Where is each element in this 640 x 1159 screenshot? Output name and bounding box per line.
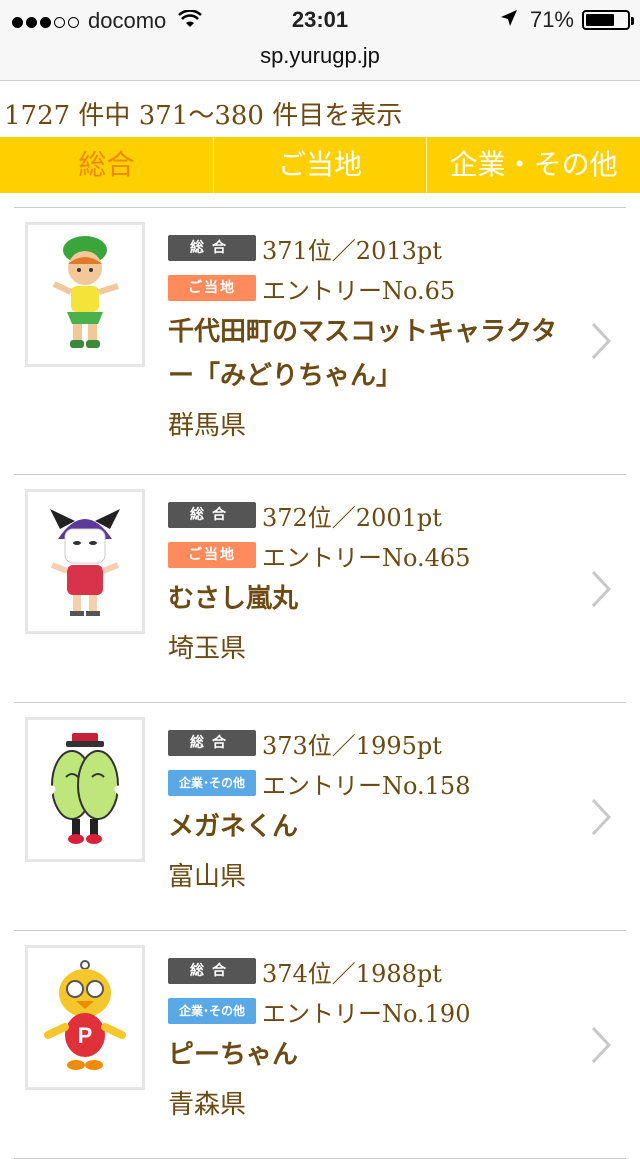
status-right: 71% (500, 7, 634, 33)
rank-points: 374位／1988pt (262, 959, 442, 988)
chevron-right-icon (591, 1026, 612, 1063)
midori-chan-mascot-icon (52, 236, 119, 348)
url-text: sp.yurugp.jp (260, 43, 380, 68)
mascot-name: 千代田町のマスコットキャラクター「みどりちゃん」 (168, 317, 557, 391)
overall-badge: 総合 (168, 958, 256, 984)
result-count: 1727 件中 371〜380 件目を表示 (4, 101, 403, 131)
chevron-right-icon (591, 322, 612, 360)
mascot-thumbnail (25, 222, 145, 367)
battery-percent: 71% (529, 7, 574, 32)
battery-icon (582, 10, 634, 30)
local-badge: ご当地 (168, 542, 256, 568)
item-info: 総合 373位／1995pt 企業･その他 エントリーNo.158 メガネくん … (168, 723, 576, 897)
prefecture: 富山県 (168, 862, 247, 892)
prefecture: 埼玉県 (168, 634, 247, 664)
entry-number: エントリーNo.65 (262, 276, 456, 305)
ranking-item-374[interactable]: P 総合 374位／1988pt 企業･その他 エントリーNo.190 ピーちゃ… (14, 931, 626, 1159)
item-info: 総合 374位／1988pt 企業･その他 エントリーNo.190 ピーちゃん … (168, 951, 576, 1125)
company-badge: 企業･その他 (168, 998, 256, 1024)
entry-number: エントリーNo.190 (262, 999, 471, 1028)
entry-number: エントリーNo.158 (262, 771, 471, 800)
musashi-ranmaru-mascot-icon (50, 509, 120, 616)
chevron-right-icon (591, 798, 612, 835)
ranking-item-373[interactable]: 総合 373位／1995pt 企業･その他 エントリーNo.158 メガネくん … (14, 703, 626, 931)
company-badge: 企業･その他 (168, 770, 256, 796)
mascot-thumbnail (25, 489, 145, 634)
tab-company-other[interactable]: 企業・その他 (427, 137, 640, 193)
ranking-item-372[interactable]: 総合 372位／2001pt ご当地 エントリーNo.465 むさし嵐丸 埼玉県 (14, 475, 626, 703)
overall-badge: 総合 (168, 235, 256, 261)
overall-badge: 総合 (168, 730, 256, 756)
tab-overall[interactable]: 総合 (0, 137, 214, 193)
svg-text:P: P (78, 1023, 93, 1048)
item-info: 総合 372位／2001pt ご当地 エントリーNo.465 むさし嵐丸 埼玉県 (168, 495, 576, 669)
prefecture: 青森県 (168, 1090, 247, 1120)
url-bar[interactable]: sp.yurugp.jp (0, 40, 640, 81)
mascot-name: メガネくん (168, 812, 299, 842)
megane-kun-mascot-icon (40, 733, 130, 844)
ranking-item-371[interactable]: 総合 371位／2013pt ご当地 エントリーNo.65 千代田町のマスコット… (14, 208, 626, 475)
category-tabs: 総合 ご当地 企業・その他 (0, 137, 640, 193)
status-bar: docomo 23:01 71% (0, 0, 640, 40)
local-badge: ご当地 (168, 275, 256, 301)
rank-points: 373位／1995pt (262, 731, 442, 760)
mascot-name: むさし嵐丸 (168, 584, 299, 614)
mascot-thumbnail: P (25, 945, 145, 1090)
mascot-thumbnail (25, 717, 145, 862)
pii-chan-mascot-icon: P (44, 960, 126, 1070)
prefecture: 群馬県 (168, 411, 247, 441)
rank-points: 371位／2013pt (262, 236, 442, 265)
rank-points: 372位／2001pt (262, 503, 442, 532)
ranking-list: 総合 371位／2013pt ご当地 エントリーNo.65 千代田町のマスコット… (14, 207, 626, 1159)
item-info: 総合 371位／2013pt ご当地 エントリーNo.65 千代田町のマスコット… (168, 228, 576, 446)
tab-local[interactable]: ご当地 (214, 137, 428, 193)
chevron-right-icon (591, 570, 612, 607)
mascot-name: ピーちゃん (168, 1040, 299, 1070)
location-arrow-icon (500, 7, 518, 33)
entry-number: エントリーNo.465 (262, 543, 471, 572)
overall-badge: 総合 (168, 502, 256, 528)
